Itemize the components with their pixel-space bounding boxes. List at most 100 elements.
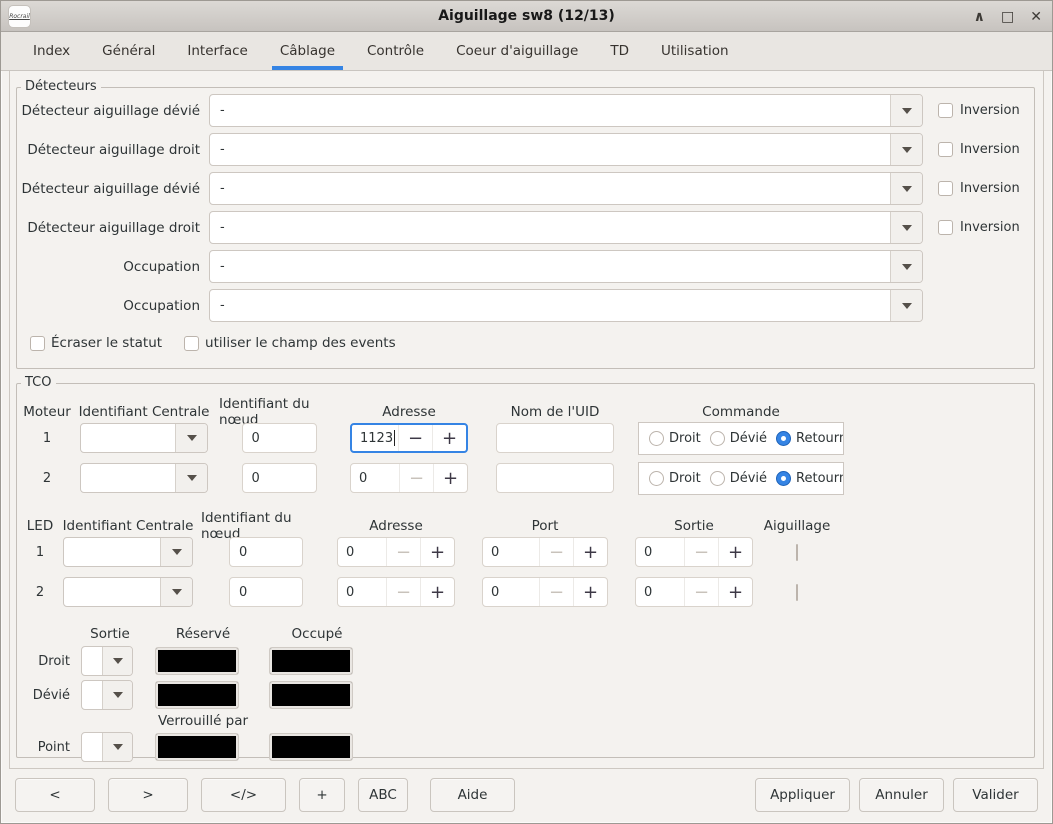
droit-occupe-color-swatch[interactable] <box>269 647 353 675</box>
led-1-port-spinner[interactable]: 0 − + <box>482 537 608 567</box>
led-1-adresse-spinner[interactable]: 0 − + <box>337 537 455 567</box>
aide-button[interactable]: Aide <box>430 778 515 812</box>
dropdown-arrow-icon[interactable] <box>890 290 922 321</box>
minimize-icon[interactable]: ∧ <box>974 10 985 24</box>
dropdown-arrow-icon[interactable] <box>102 733 132 761</box>
led-1-centrale-combo[interactable] <box>63 537 193 567</box>
led-2-adresse-spinner[interactable]: 0 − + <box>337 577 455 607</box>
moteur-1-droit-radio[interactable] <box>649 430 664 446</box>
detecteur-droit-1-combo[interactable]: - <box>209 133 923 166</box>
tab-coeur-aiguillage[interactable]: Coeur d'aiguillage <box>440 32 594 70</box>
detecteur-devie-2-combo[interactable]: - <box>209 172 923 205</box>
tco-group: TCO Moteur Identifiant Centrale Identifi… <box>16 375 1035 762</box>
led-1-sortie-spinner[interactable]: 0 − + <box>635 537 753 567</box>
minus-icon[interactable]: − <box>684 538 718 566</box>
dropdown-arrow-icon[interactable] <box>102 681 132 709</box>
devie-sortie-combo[interactable] <box>81 680 133 710</box>
led-2-centrale-combo[interactable] <box>63 577 193 607</box>
add-button[interactable]: + <box>299 778 345 812</box>
plus-icon[interactable]: + <box>573 538 607 566</box>
abc-button[interactable]: ABC <box>358 778 408 812</box>
moteur-1-devie-radio[interactable] <box>709 430 725 446</box>
plus-icon[interactable]: + <box>573 578 607 606</box>
moteur-2-droit-radio[interactable] <box>649 470 664 486</box>
utiliser-events-checkbox[interactable] <box>184 335 200 351</box>
plus-icon[interactable]: + <box>420 538 454 566</box>
moteur-2-retourner-radio[interactable] <box>776 470 792 486</box>
led-1-noeud-field[interactable]: 0 <box>229 537 303 567</box>
moteur-2-devie-radio[interactable] <box>709 470 725 486</box>
tab-general[interactable]: Général <box>86 32 171 70</box>
inversion-checkbox-3[interactable] <box>938 181 953 196</box>
tab-utilisation[interactable]: Utilisation <box>645 32 745 70</box>
plus-icon[interactable]: + <box>433 464 467 492</box>
moteur-1-retourner-radio[interactable] <box>776 430 792 446</box>
xml-button[interactable]: </> <box>201 778 286 812</box>
moteur-1-adresse-spinner[interactable]: 1123 − + <box>350 423 468 453</box>
next-button[interactable]: > <box>108 778 188 812</box>
led-2-aiguillage-checkbox[interactable] <box>796 583 798 601</box>
inversion-label: Inversion <box>960 142 1020 157</box>
occupation-1-combo[interactable]: - <box>209 250 923 283</box>
devie-reserve-color-swatch[interactable] <box>155 681 239 709</box>
droit-sortie-combo[interactable] <box>81 646 133 676</box>
dropdown-arrow-icon[interactable] <box>890 212 922 243</box>
dropdown-arrow-icon[interactable] <box>890 251 922 282</box>
tab-index[interactable]: Index <box>17 32 86 70</box>
inversion-label: Inversion <box>960 220 1020 235</box>
ecraser-statut-checkbox[interactable] <box>30 335 45 351</box>
appliquer-button[interactable]: Appliquer <box>755 778 850 812</box>
devie-occupe-color-swatch[interactable] <box>269 681 353 709</box>
moteur-2-adresse-spinner[interactable]: 0 − + <box>350 463 468 493</box>
moteur-2-uid-field[interactable] <box>496 463 614 493</box>
tab-cablage[interactable]: Câblage <box>264 32 351 70</box>
led-1-aiguillage-checkbox[interactable] <box>796 543 798 561</box>
dropdown-arrow-icon[interactable] <box>160 538 192 566</box>
valider-button[interactable]: Valider <box>953 778 1038 812</box>
minus-icon[interactable]: − <box>684 578 718 606</box>
point-occupe-color-swatch[interactable] <box>269 733 353 761</box>
minus-icon[interactable]: − <box>386 538 420 566</box>
plus-icon[interactable]: + <box>420 578 454 606</box>
minus-icon[interactable]: − <box>399 464 433 492</box>
tab-controle[interactable]: Contrôle <box>351 32 440 70</box>
moteur-2-centrale-combo[interactable] <box>80 463 208 493</box>
point-verrouille-color-swatch[interactable] <box>155 733 239 761</box>
inversion-checkbox-2[interactable] <box>938 142 953 157</box>
minus-icon[interactable]: − <box>539 578 573 606</box>
detecteur-devie-1-label: Détecteur aiguillage dévié <box>21 102 200 119</box>
plus-icon[interactable]: + <box>718 538 752 566</box>
dropdown-arrow-icon[interactable] <box>890 95 922 126</box>
point-sortie-combo[interactable] <box>81 732 133 762</box>
tab-interface[interactable]: Interface <box>171 32 263 70</box>
minus-icon[interactable]: − <box>539 538 573 566</box>
dropdown-arrow-icon[interactable] <box>890 134 922 165</box>
moteur-1-noeud-field[interactable]: 0 <box>241 423 317 453</box>
dropdown-arrow-icon[interactable] <box>175 424 207 452</box>
minus-icon[interactable]: − <box>386 578 420 606</box>
dropdown-arrow-icon[interactable] <box>160 578 192 606</box>
close-icon[interactable]: ✕ <box>1030 10 1042 24</box>
dropdown-arrow-icon[interactable] <box>175 464 207 492</box>
led-2-sortie-spinner[interactable]: 0 − + <box>635 577 753 607</box>
tab-td[interactable]: TD <box>594 32 645 70</box>
inversion-checkbox-1[interactable] <box>938 103 953 118</box>
plus-icon[interactable]: + <box>432 425 466 451</box>
led-2-noeud-field[interactable]: 0 <box>229 577 303 607</box>
previous-button[interactable]: < <box>15 778 95 812</box>
moteur-1-uid-field[interactable] <box>496 423 614 453</box>
detecteur-devie-1-combo[interactable]: - <box>209 94 923 127</box>
plus-icon[interactable]: + <box>718 578 752 606</box>
dropdown-arrow-icon[interactable] <box>890 173 922 204</box>
inversion-checkbox-4[interactable] <box>938 220 953 235</box>
annuler-button[interactable]: Annuler <box>859 778 944 812</box>
maximize-icon[interactable]: □ <box>1001 10 1014 24</box>
minus-icon[interactable]: − <box>398 425 432 451</box>
dropdown-arrow-icon[interactable] <box>102 647 132 675</box>
led-2-port-spinner[interactable]: 0 − + <box>482 577 608 607</box>
detecteur-droit-2-combo[interactable]: - <box>209 211 923 244</box>
moteur-2-noeud-field[interactable]: 0 <box>241 463 317 493</box>
moteur-1-centrale-combo[interactable] <box>80 423 208 453</box>
droit-reserve-color-swatch[interactable] <box>155 647 239 675</box>
occupation-2-combo[interactable]: - <box>209 289 923 322</box>
